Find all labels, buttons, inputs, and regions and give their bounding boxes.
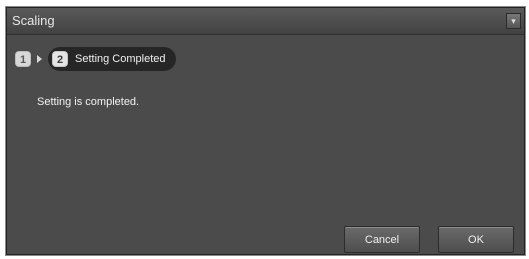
scaling-dialog: Scaling ▾ 1 2 Setting Completed Setting … bbox=[6, 7, 525, 255]
step-2-badge: 2 bbox=[52, 51, 68, 67]
cancel-button[interactable]: Cancel bbox=[344, 226, 420, 253]
current-step: 2 Setting Completed bbox=[48, 47, 176, 71]
close-icon[interactable]: ▾ bbox=[506, 13, 521, 29]
current-step-label: Setting Completed bbox=[75, 53, 166, 65]
step-arrow-icon bbox=[37, 55, 42, 63]
title-bar[interactable]: Scaling ▾ bbox=[7, 8, 524, 35]
completion-message: Setting is completed. bbox=[37, 96, 140, 108]
step-indicator: 1 2 Setting Completed bbox=[15, 47, 176, 71]
dialog-title: Scaling bbox=[12, 13, 55, 28]
ok-button[interactable]: OK bbox=[438, 226, 514, 253]
step-1-badge: 1 bbox=[15, 51, 31, 67]
